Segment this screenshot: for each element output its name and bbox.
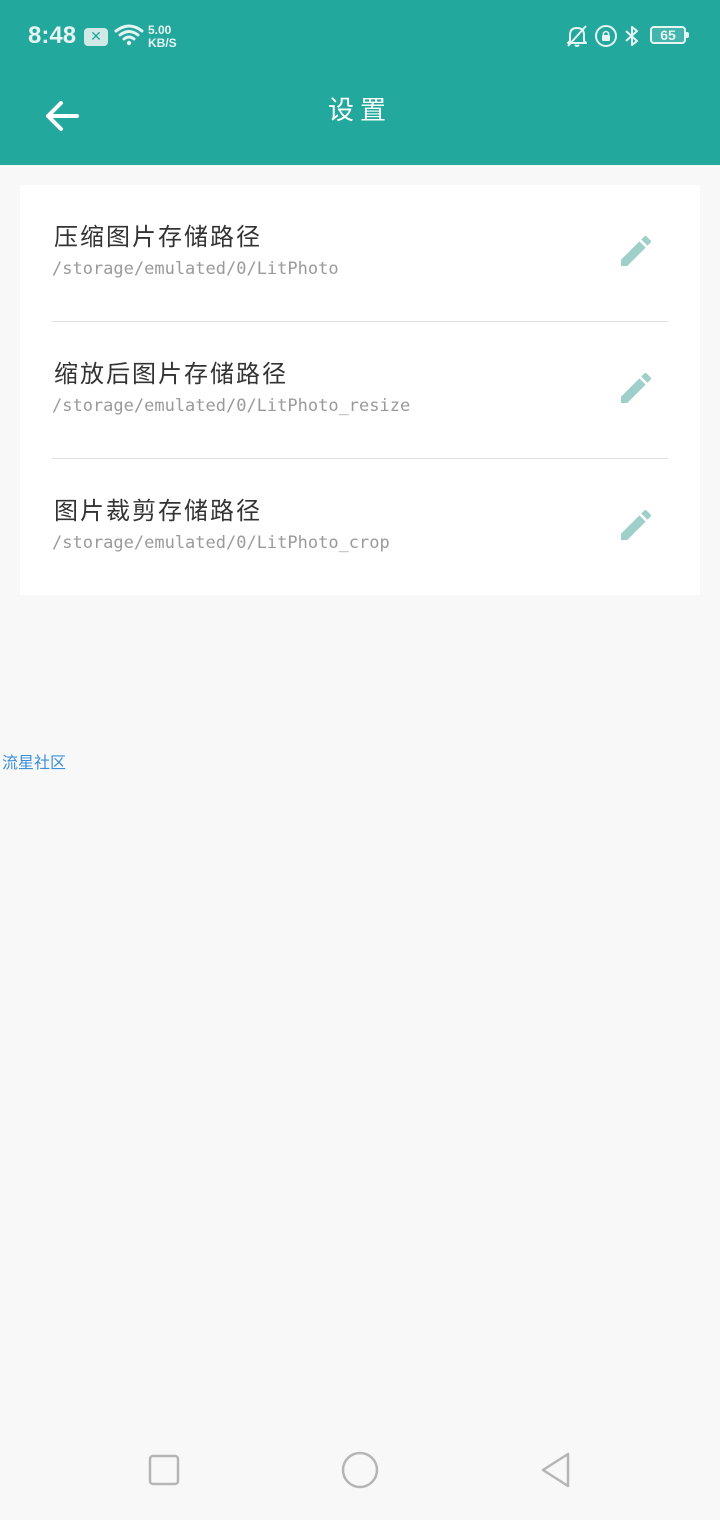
edit-resized-path-button[interactable] (612, 366, 660, 414)
setting-crop-path[interactable]: 图片裁剪存储路径 /storage/emulated/0/LitPhoto_cr… (52, 459, 668, 596)
square-icon (147, 1453, 181, 1491)
bluetooth-icon (622, 24, 642, 52)
watermark-text: 流星社区 (2, 753, 67, 772)
wifi-icon (114, 24, 144, 50)
setting-path-value: /storage/emulated/0/LitPhoto_resize (52, 396, 411, 416)
settings-card: 压缩图片存储路径 /storage/emulated/0/LitPhoto 缩放… (20, 185, 700, 595)
battery-indicator: 65 (650, 26, 689, 44)
home-button[interactable] (336, 1448, 384, 1496)
rotation-lock-icon (594, 24, 618, 52)
circle-icon (340, 1450, 380, 1494)
edit-compressed-path-button[interactable] (612, 229, 660, 277)
triangle-back-icon (538, 1451, 574, 1493)
setting-title: 缩放后图片存储路径 (54, 360, 288, 388)
network-speed: 5.00 KB/S (148, 24, 177, 50)
status-time: 8:48 (28, 22, 77, 49)
system-nav-bar (0, 1424, 720, 1520)
pencil-icon (616, 231, 656, 275)
setting-path-value: /storage/emulated/0/LitPhoto_crop (52, 533, 390, 553)
edit-crop-path-button[interactable] (612, 503, 660, 551)
pencil-icon (616, 505, 656, 549)
network-speed-unit: KB/S (148, 36, 177, 50)
setting-path-value: /storage/emulated/0/LitPhoto (52, 259, 339, 279)
setting-compressed-path[interactable]: 压缩图片存储路径 /storage/emulated/0/LitPhoto (52, 185, 668, 322)
app-toolbar: 设置 (0, 76, 720, 165)
notification-close-icon: ✕ (84, 28, 108, 46)
page-title: 设置 (327, 96, 392, 126)
mute-bell-icon (566, 24, 588, 52)
recent-apps-button[interactable] (140, 1448, 188, 1496)
status-bar: 8:48 ✕ 5.00 KB/S 65 (0, 0, 720, 76)
back-nav-button[interactable] (532, 1448, 580, 1496)
setting-title: 压缩图片存储路径 (54, 223, 262, 251)
network-speed-value: 5.00 (148, 23, 172, 37)
setting-title: 图片裁剪存储路径 (54, 497, 262, 525)
setting-resized-path[interactable]: 缩放后图片存储路径 /storage/emulated/0/LitPhoto_r… (52, 322, 668, 459)
pencil-icon (616, 368, 656, 412)
